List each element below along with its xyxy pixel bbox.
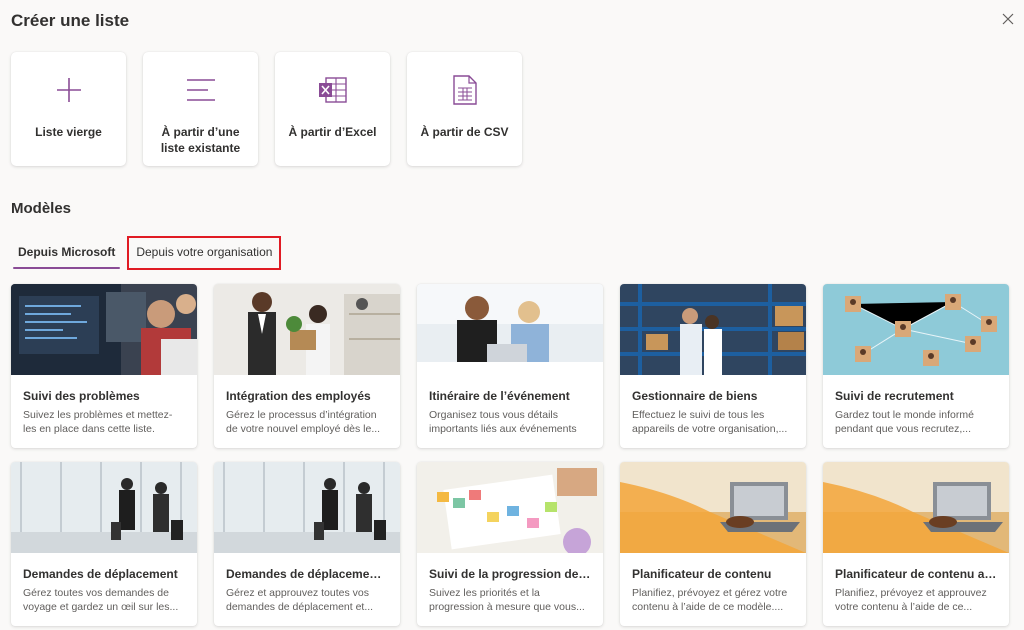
template-card-issue-tracker[interactable]: Suivi des problèmes Suivez les problèmes… xyxy=(11,284,197,448)
template-thumbnail xyxy=(823,284,1009,375)
template-description: Suivez les priorités et la progression à… xyxy=(429,587,585,613)
from-existing-list-card[interactable]: À partir d’une liste existante xyxy=(143,52,258,166)
template-title: Intégration des employés xyxy=(226,389,371,403)
template-thumbnail xyxy=(823,462,1009,553)
tab-from-microsoft[interactable]: Depuis Microsoft xyxy=(11,237,122,269)
template-card-content-scheduler[interactable]: Planificateur de contenu Planifiez, prév… xyxy=(620,462,806,626)
templates-section-title: Modèles xyxy=(11,200,72,217)
template-card-travel-requests-approval[interactable]: Demandes de déplacement... Gérez et appr… xyxy=(214,462,400,626)
template-card-employee-onboarding[interactable]: Intégration des employés Gérez le proces… xyxy=(214,284,400,448)
from-csv-card[interactable]: À partir de CSV xyxy=(407,52,522,166)
template-description: Organisez tous vous détails importants l… xyxy=(429,409,577,435)
template-description: Gérez le processus d’intégration de votr… xyxy=(226,409,381,435)
template-title: Suivi de recrutement xyxy=(835,389,954,403)
tab-from-organization[interactable]: Depuis votre organisation xyxy=(127,236,282,270)
template-card-travel-requests[interactable]: Demandes de déplacement Gérez toutes vos… xyxy=(11,462,197,626)
template-description: Gérez toutes vos demandes de voyage et g… xyxy=(23,587,179,613)
template-card-asset-manager[interactable]: Gestionnaire de biens Effectuez le suivi… xyxy=(620,284,806,448)
from-excel-card[interactable]: À partir d’Excel xyxy=(275,52,390,166)
template-card-progress-tracker[interactable]: Suivi de la progression des ... Suivez l… xyxy=(417,462,603,626)
create-options: Liste vierge À partir d’une liste exista… xyxy=(11,52,522,166)
template-title: Demandes de déplacement... xyxy=(226,567,388,581)
csv-file-icon xyxy=(452,70,477,110)
template-card-recruitment-tracker[interactable]: Suivi de recrutement Gardez tout le mond… xyxy=(823,284,1009,448)
template-card-content-scheduler-approval[interactable]: Planificateur de contenu av... Planifiez… xyxy=(823,462,1009,626)
template-title: Itinéraire de l’événement xyxy=(429,389,570,403)
template-description: Suivez les problèmes et mettez-les en pl… xyxy=(23,409,173,435)
template-source-tabs: Depuis Microsoft Depuis votre organisati… xyxy=(11,236,282,270)
template-thumbnail xyxy=(11,284,197,375)
create-card-label: À partir d’une liste existante xyxy=(160,125,241,155)
template-description: Effectuez le suivi de tous les appareils… xyxy=(632,409,788,435)
template-description: Gardez tout le monde informé pendant que… xyxy=(835,409,974,435)
template-title: Suivi de la progression des ... xyxy=(429,567,591,581)
dialog-title: Créer une liste xyxy=(11,11,130,30)
excel-icon xyxy=(318,70,348,110)
template-thumbnail xyxy=(11,462,197,553)
template-thumbnail xyxy=(620,462,806,553)
create-card-label: À partir de CSV xyxy=(420,125,509,139)
template-description: Gérez et approuvez toutes vos demandes d… xyxy=(226,587,374,613)
create-card-label: Liste vierge xyxy=(35,125,102,139)
template-description: Planifiez, prévoyez et gérez votre conte… xyxy=(632,587,788,613)
template-thumbnail xyxy=(417,462,603,553)
close-icon xyxy=(1002,13,1014,25)
template-title: Planificateur de contenu xyxy=(632,567,772,581)
create-card-label: À partir d’Excel xyxy=(288,125,377,139)
template-title: Gestionnaire de biens xyxy=(632,389,758,403)
template-thumbnail xyxy=(417,284,603,375)
list-lines-icon xyxy=(186,70,216,110)
template-title: Demandes de déplacement xyxy=(23,567,178,581)
template-card-event-itinerary[interactable]: Itinéraire de l’événement Organisez tous… xyxy=(417,284,603,448)
blank-list-card[interactable]: Liste vierge xyxy=(11,52,126,166)
template-grid: Suivi des problèmes Suivez les problèmes… xyxy=(11,284,1010,626)
template-title: Planificateur de contenu av... xyxy=(835,567,997,581)
template-thumbnail xyxy=(214,284,400,375)
template-thumbnail xyxy=(620,284,806,375)
close-button[interactable] xyxy=(998,9,1018,29)
template-thumbnail xyxy=(214,462,400,553)
template-description: Planifiez, prévoyez et approuvez votre c… xyxy=(835,587,987,613)
template-title: Suivi des problèmes xyxy=(23,389,140,403)
plus-icon xyxy=(56,70,82,110)
